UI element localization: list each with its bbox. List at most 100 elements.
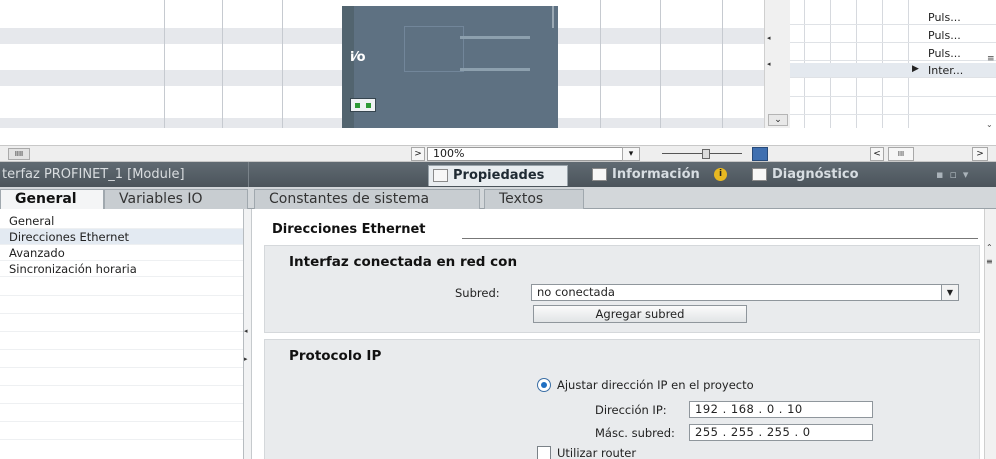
tab-properties[interactable]: Propiedades	[428, 165, 568, 186]
grid-line	[222, 0, 223, 128]
module-detail	[460, 68, 530, 71]
table-row[interactable]: Puls...	[790, 46, 996, 61]
view-toolbar: IIII > 100% ▾ < III >	[0, 145, 996, 162]
add-subnet-button[interactable]: Agregar subred	[533, 305, 747, 323]
subnet-mask-label: Másc. subred:	[595, 426, 675, 440]
tab-diagnostics[interactable]: Diagnóstico	[748, 165, 908, 186]
ip-panel-heading: Protocolo IP	[289, 348, 382, 364]
nav-item-general[interactable]: General	[0, 213, 243, 229]
table-row[interactable]	[790, 100, 996, 115]
network-panel: Interfaz conectada en red con Subred: no…	[264, 245, 980, 333]
nav-row-line	[0, 385, 243, 386]
grid-line	[722, 0, 723, 128]
scroll-left-arrow-icon[interactable]: ◂	[767, 60, 771, 68]
properties-subtabs: General Variables IO Constantes de siste…	[0, 187, 996, 210]
nav-row-line	[0, 295, 243, 296]
nav-row-line	[0, 421, 243, 422]
device-vertical-scrollbar[interactable]: ◂ ◂ ⌄	[764, 0, 790, 128]
set-ip-in-project-label: Ajustar dirección IP en el proyecto	[557, 378, 754, 392]
subnet-select[interactable]: no conectada ▼	[531, 284, 959, 301]
horizontal-scroll-thumb[interactable]: IIII	[8, 148, 30, 160]
tab-diagnostics-label: Diagnóstico	[772, 167, 859, 182]
scroll-down-arrow-icon[interactable]: ⌄	[986, 120, 996, 129]
table-row[interactable]: Puls...	[790, 10, 996, 25]
module-detail	[460, 36, 530, 39]
table-cell: Puls...	[928, 29, 961, 42]
zoom-to-fit-icon[interactable]	[752, 147, 768, 161]
subtab-general[interactable]: General	[0, 189, 104, 210]
scroll-handle-icon[interactable]: ≡	[986, 257, 993, 266]
module-slot	[404, 26, 464, 72]
diagnostics-icon	[752, 168, 767, 181]
ip-address-field[interactable]: 192 . 168 . 0 . 10	[689, 401, 873, 418]
overview-scroll-left-button[interactable]: <	[870, 147, 884, 161]
title-divider	[248, 162, 249, 187]
scroll-down-button[interactable]: ⌄	[768, 114, 788, 126]
inspector-title: terfaz PROFINET_1 [Module]	[2, 167, 185, 182]
subtab-system-constants[interactable]: Constantes de sistema	[254, 189, 480, 209]
properties-nav-tree: General Direcciones Ethernet Avanzado Si…	[0, 209, 244, 459]
module-edge	[552, 6, 554, 28]
grid-line	[282, 0, 283, 128]
table-row[interactable]	[790, 82, 996, 97]
nav-row-line	[0, 403, 243, 404]
nav-row-line	[0, 349, 243, 350]
use-router-checkbox[interactable]	[537, 446, 551, 459]
content-vertical-scrollbar[interactable]: ⌃ ≡	[984, 209, 996, 459]
info-icon	[592, 168, 607, 181]
table-row[interactable]: ▶ Inter...	[790, 63, 996, 78]
use-router-label: Utilizar router	[557, 446, 637, 459]
properties-icon	[433, 169, 448, 182]
nav-item-advanced[interactable]: Avanzado	[0, 245, 243, 261]
table-row[interactable]: Puls...	[790, 28, 996, 43]
plc-module-image[interactable]: i⁄o	[342, 6, 558, 128]
table-cell: Puls...	[928, 47, 961, 60]
section-title: Direcciones Ethernet	[272, 222, 426, 237]
grid-line	[164, 0, 165, 128]
nav-row-line	[0, 313, 243, 314]
scroll-right-button[interactable]: >	[411, 147, 425, 161]
overview-scroll-right-button[interactable]: >	[972, 147, 988, 161]
inspector-title-bar: terfaz PROFINET_1 [Module] Propiedades I…	[0, 162, 996, 187]
set-ip-in-project-radio[interactable]	[537, 378, 551, 392]
zoom-value: 100%	[433, 147, 465, 160]
subnet-mask-field[interactable]: 255 . 255 . 255 . 0	[689, 424, 873, 441]
table-cell: Puls...	[928, 11, 961, 24]
nav-row-line	[0, 331, 243, 332]
nav-row-line	[0, 439, 243, 440]
zoom-select[interactable]: 100%	[427, 147, 627, 161]
subnet-value: no conectada	[537, 285, 615, 299]
network-panel-heading: Interfaz conectada en red con	[289, 254, 518, 270]
scroll-left-arrow-icon[interactable]: ◂	[767, 34, 771, 42]
subnet-label: Subred:	[455, 286, 500, 300]
nav-item-time-sync[interactable]: Sincronización horaria	[0, 261, 243, 277]
device-overview-table: Puls... Puls... Puls... ▶ Inter... ≡ ⌄	[790, 0, 996, 129]
zoom-dropdown-button[interactable]: ▾	[622, 147, 640, 161]
chevron-down-icon[interactable]: ▼	[941, 285, 958, 300]
ip-address-label: Dirección IP:	[595, 403, 667, 417]
tab-properties-label: Propiedades	[453, 168, 545, 183]
table-cell: Inter...	[928, 64, 964, 77]
subtab-io-variables[interactable]: Variables IO	[104, 189, 248, 209]
device-view: i⁄o ◂ ◂ ⌄ Puls... Puls... Puls... ▶ Inte…	[0, 0, 996, 145]
tab-information-label: Información	[612, 167, 700, 182]
nav-item-ethernet-addresses[interactable]: Direcciones Ethernet	[0, 229, 243, 245]
ip-protocol-panel: Protocolo IP Ajustar dirección IP en el …	[264, 339, 980, 459]
expand-caret-icon[interactable]: ▶	[912, 64, 919, 74]
profinet-port-icon[interactable]	[350, 98, 376, 112]
subtab-texts[interactable]: Textos	[484, 189, 584, 209]
expand-right-icon[interactable]: ▸	[244, 355, 248, 363]
zoom-slider[interactable]	[662, 149, 742, 159]
table-side-handle-icon[interactable]: ≡	[987, 54, 995, 64]
nav-row-line	[0, 367, 243, 368]
scroll-up-icon[interactable]: ⌃	[986, 243, 993, 252]
tab-information[interactable]: Información i	[588, 165, 742, 186]
info-badge-icon: i	[714, 168, 727, 181]
window-control-icons[interactable]: ▪▫▾	[936, 168, 974, 181]
grid-line	[660, 0, 661, 128]
overview-scroll-thumb[interactable]: III	[888, 147, 914, 161]
collapse-left-icon[interactable]: ◂	[244, 327, 248, 335]
nav-splitter[interactable]: ◂ ▸	[244, 209, 252, 459]
section-divider	[462, 238, 978, 239]
io-icon: i⁄o	[350, 50, 366, 65]
